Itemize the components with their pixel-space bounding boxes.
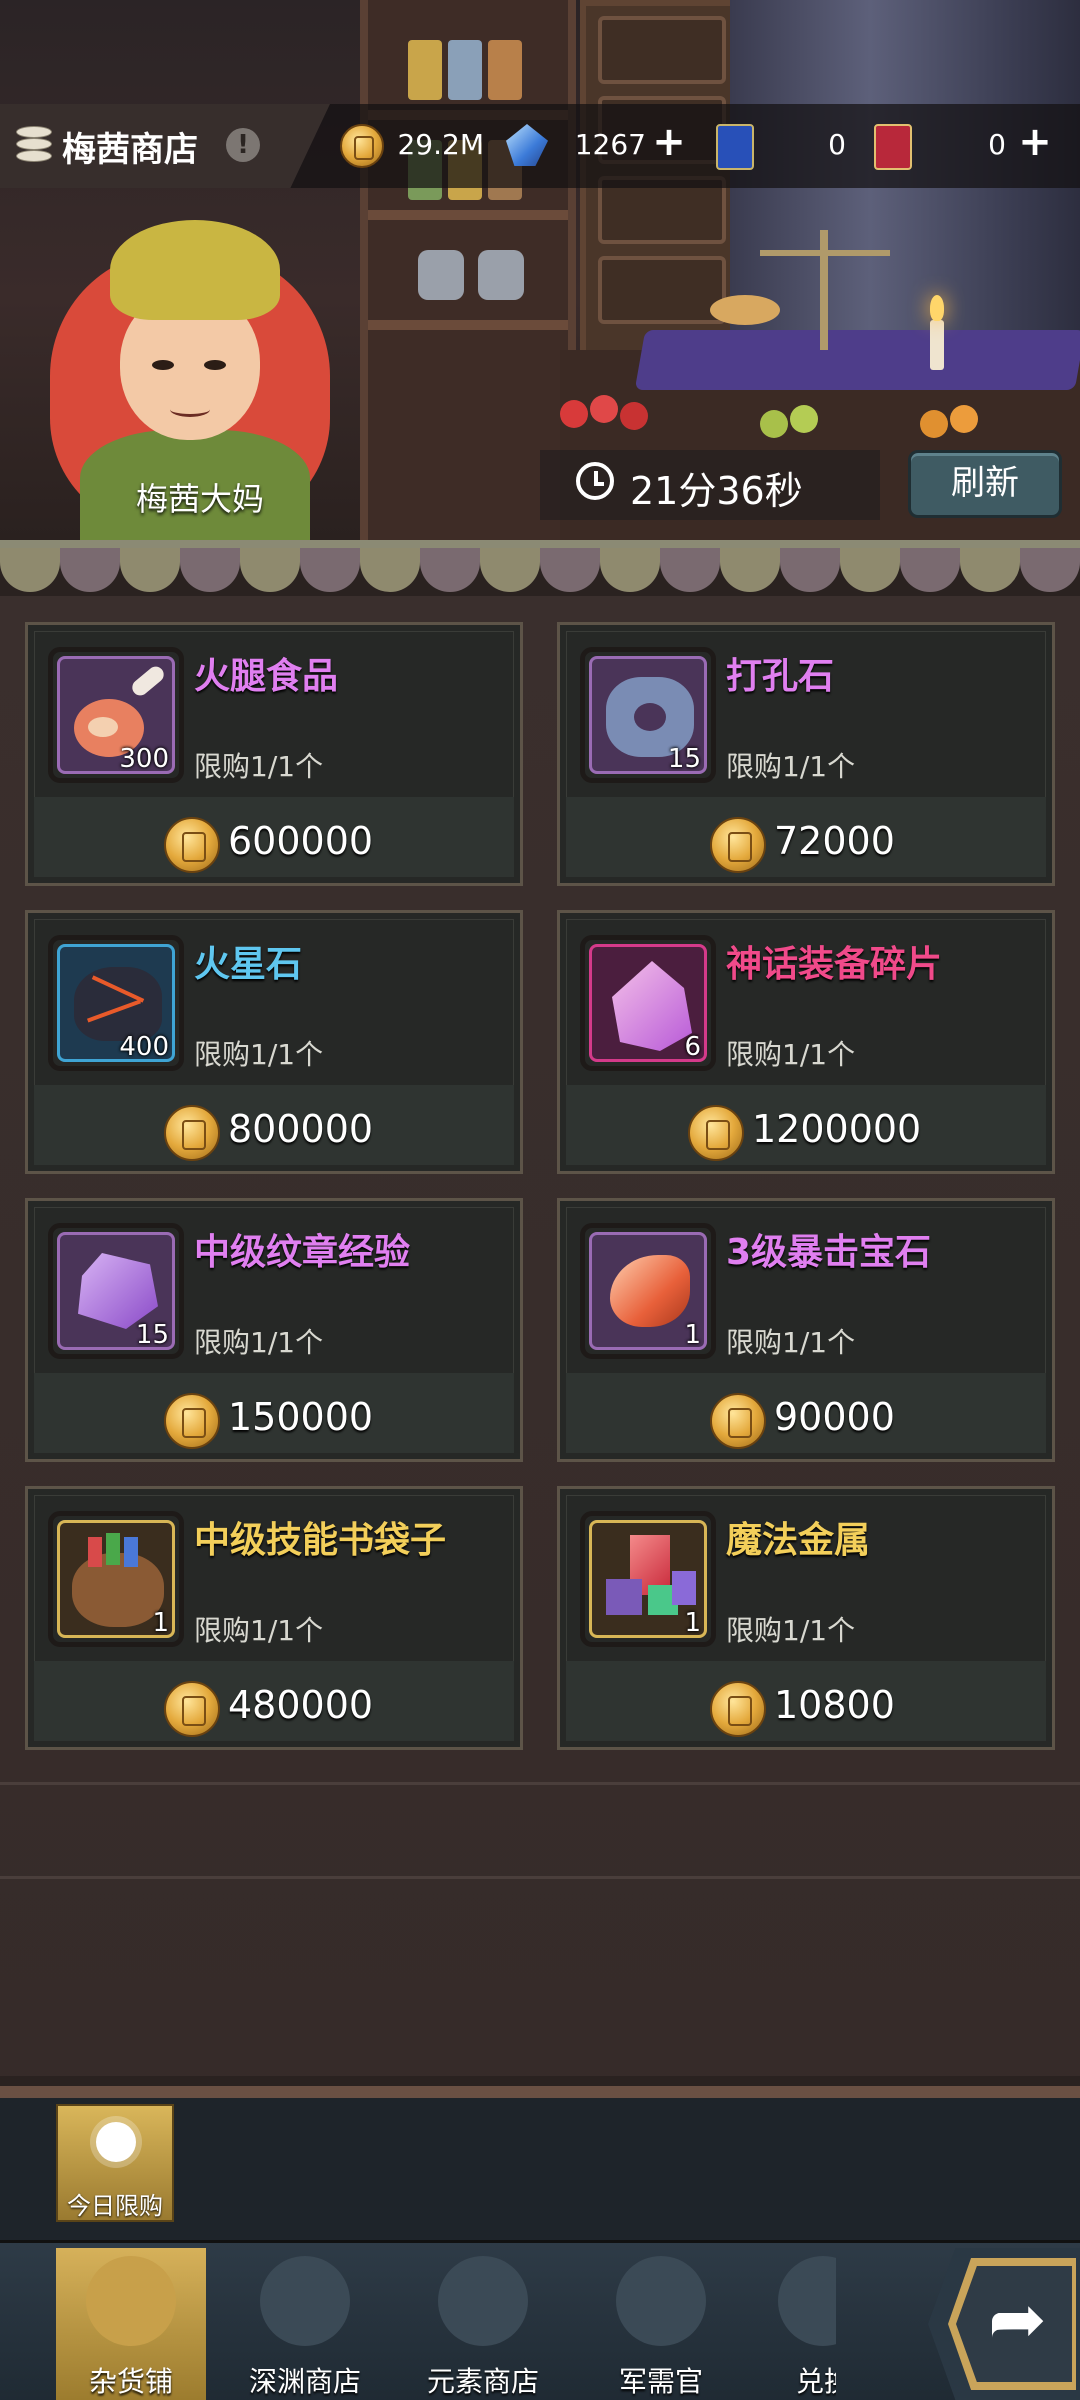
add-crystal-button[interactable]: + [652,122,686,162]
purchase-limit: 限购1/1个 [194,1326,324,1359]
gold-coin-icon [164,817,220,873]
item-name: 3级暴击宝石 [726,1232,932,1273]
purchase-limit: 限购1/1个 [726,1038,856,1071]
item-frame: 300 [48,647,184,783]
purchase-limit: 限购1/1个 [726,1326,856,1359]
scale-illustration [820,230,828,350]
item-name: 中级技能书袋子 [194,1520,447,1561]
nav-label: 元素商店 [426,2365,539,2398]
purchase-limit: 限购1/1个 [194,1614,324,1647]
item-quantity: 400 [119,1032,169,1062]
nav-label: 杂货铺 [88,2365,173,2398]
item-name: 火星石 [194,944,303,985]
shop-item-card[interactable]: 15 中级纹章经验 限购1/1个 150000 [25,1198,523,1462]
purchase-limit: 限购1/1个 [194,750,324,783]
item-price: 90000 [774,1395,895,1439]
shop-item-card[interactable]: 1 魔法金属 限购1/1个 10800 [557,1486,1055,1750]
nav-general-store[interactable]: 杂货铺 [56,2248,206,2400]
tab-daily-limited[interactable]: 今日限购 [56,2104,174,2222]
gold-coin-icon [164,1393,220,1449]
item-frame: 15 [580,647,716,783]
item-frame: 1 [580,1223,716,1359]
curtain [730,0,1080,380]
item-quantity: 1 [684,1608,701,1638]
nav-element-shop[interactable]: 元素商店 [408,2248,558,2400]
item-price: 800000 [228,1107,374,1151]
blue-ticket-amount: 0 [828,128,846,161]
coins-icon [86,2256,176,2346]
shop-item-card[interactable]: 6 神话装备碎片 限购1/1个 1200000 [557,910,1055,1174]
item-price: 1200000 [752,1107,922,1151]
nav-label: 兑换 [796,2365,836,2398]
sun-icon [96,2122,136,2162]
awning-decoration [0,540,1080,596]
item-name: 打孔石 [726,656,835,697]
nav-abyss-shop[interactable]: 深渊商店 [230,2248,380,2400]
shop-item-card[interactable]: 1 3级暴击宝石 限购1/1个 90000 [557,1198,1055,1462]
chest-icon [260,2256,350,2346]
refresh-timer: 21分36秒 [630,469,803,513]
item-name: 神话装备碎片 [726,944,943,985]
shop-screen: 梅茜商店 ! 29.2M 1267 + 0 0 + 梅茜大妈 21分36秒 刷新 [0,0,1080,2400]
clock-icon [576,462,614,500]
item-frame: 1 [48,1511,184,1647]
nav-label: 深渊商店 [248,2365,361,2398]
item-quantity: 1 [684,1320,701,1350]
nav-quartermaster[interactable]: 军需官 [586,2248,736,2400]
gold-amount: 29.2M [397,128,484,161]
star-emblem-icon [438,2256,528,2346]
nav-label: 军需官 [618,2365,703,2398]
refresh-button[interactable]: 刷新 [908,450,1062,518]
coin-stack-icon [16,126,52,164]
nav-exchange[interactable]: 兑换 [770,2248,836,2400]
gold-coin-icon [164,1681,220,1737]
shop-item-card[interactable]: 300 火腿食品 限购1/1个 600000 [25,622,523,886]
shop-item-card[interactable]: 400 火星石 限购1/1个 800000 [25,910,523,1174]
purchase-limit: 限购1/1个 [726,1614,856,1647]
arrow-right-icon: ➦ [988,2278,1047,2360]
next-arrow-button[interactable]: ➦ [928,2248,1080,2400]
purchase-limit: 限购1/1个 [726,750,856,783]
gold-coin-icon [710,1681,766,1737]
shop-item-card[interactable]: 1 中级技能书袋子 限购1/1个 480000 [25,1486,523,1750]
item-quantity: 1 [152,1608,169,1638]
item-name: 火腿食品 [194,656,339,697]
character-name: 梅茜大妈 [135,480,264,518]
gold-ticket-icon [874,124,912,170]
item-quantity: 15 [135,1320,169,1350]
gold-coin-icon [340,124,384,168]
gold-coin-icon [710,1393,766,1449]
item-price: 72000 [774,819,895,863]
gold-coin-icon [164,1105,220,1161]
info-icon[interactable]: ! [226,128,260,162]
item-quantity: 6 [684,1032,701,1062]
item-name: 魔法金属 [726,1520,871,1561]
item-name: 中级纹章经验 [194,1232,411,1273]
item-frame: 1 [580,1511,716,1647]
candle-illustration [930,320,944,370]
gold-coin-icon [710,817,766,873]
crystal-amount: 1267 [574,128,646,161]
item-frame: 400 [48,935,184,1071]
gold-coin-icon [688,1105,744,1161]
tab-label: 今日限购 [67,2192,163,2220]
gold-ticket-amount: 0 [988,128,1006,161]
item-frame: 6 [580,935,716,1071]
item-frame: 15 [48,1223,184,1359]
add-ticket-button[interactable]: + [1018,122,1052,162]
helmet-icon [616,2256,706,2346]
item-price: 600000 [228,819,374,863]
purchase-limit: 限购1/1个 [194,1038,324,1071]
item-price: 150000 [228,1395,374,1439]
shop-title: 梅茜商店 [62,130,198,170]
item-quantity: 300 [119,744,169,774]
exchange-icon [778,2256,836,2346]
item-price: 10800 [774,1683,895,1727]
item-price: 480000 [228,1683,374,1727]
shop-item-card[interactable]: 15 打孔石 限购1/1个 72000 [557,622,1055,886]
blue-ticket-icon [716,124,754,170]
item-quantity: 15 [667,744,701,774]
